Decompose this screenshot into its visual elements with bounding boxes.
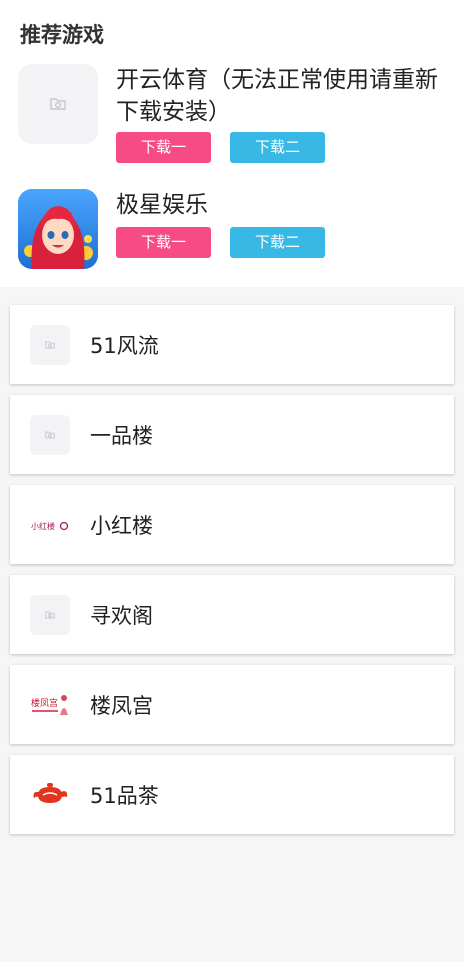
list-item-yipinlou[interactable]: 一品楼 [10,395,454,474]
xiaohonglou-logo-icon: 小红楼 [30,505,70,545]
list-item-label: 51风流 [90,333,159,358]
game-name: 极星娱乐 [116,192,208,218]
game-avatar-icon [18,189,98,269]
list-item-label: 51品茶 [90,783,159,808]
list-item-label: 小红楼 [90,513,153,538]
list-item-label: 一品楼 [90,423,153,448]
list-item-xiaohonglou[interactable]: 小红楼 小红楼 [10,485,454,564]
list-item-label: 楼凤宫 [90,693,153,718]
download-two-button[interactable]: 下载二 [230,227,325,258]
featured-game-kaiyun[interactable]: 开云体育（无法正常使用请重新下载安装） 下载一 下载二 [0,64,464,163]
image-placeholder-icon [30,324,70,365]
list-item-label: 寻欢阁 [90,603,153,628]
game-list: 51风流 一品楼 小红楼 小红楼 寻欢阁 楼凤宫 楼凤宫 51品茶 [0,287,464,834]
image-placeholder-icon [18,64,98,144]
loufenggong-logo-icon: 楼凤宫 [30,685,70,725]
image-placeholder-icon [30,594,70,635]
svg-text:楼凤宫: 楼凤宫 [31,697,58,709]
list-item-51pincha[interactable]: 51品茶 [10,755,454,834]
list-item-loufenggong[interactable]: 楼凤宫 楼凤宫 [10,665,454,744]
svg-text:小红楼: 小红楼 [31,521,55,531]
download-one-button[interactable]: 下载一 [116,227,211,258]
list-item-51fengliu[interactable]: 51风流 [10,305,454,384]
download-one-button[interactable]: 下载一 [116,132,211,163]
recommended-section: 推荐游戏 开云体育（无法正常使用请重新下载安装） 下载一 下载二 极星娱乐 下载… [0,0,464,287]
download-two-button[interactable]: 下载二 [230,132,325,163]
featured-game-jixing[interactable]: 极星娱乐 下载一 下载二 [0,189,464,269]
teapot-logo-icon [30,775,70,815]
section-title: 推荐游戏 [20,23,104,47]
image-placeholder-icon [30,414,70,455]
list-item-xunhuange[interactable]: 寻欢阁 [10,575,454,654]
game-name: 开云体育（无法正常使用请重新下载安装） [116,67,438,125]
